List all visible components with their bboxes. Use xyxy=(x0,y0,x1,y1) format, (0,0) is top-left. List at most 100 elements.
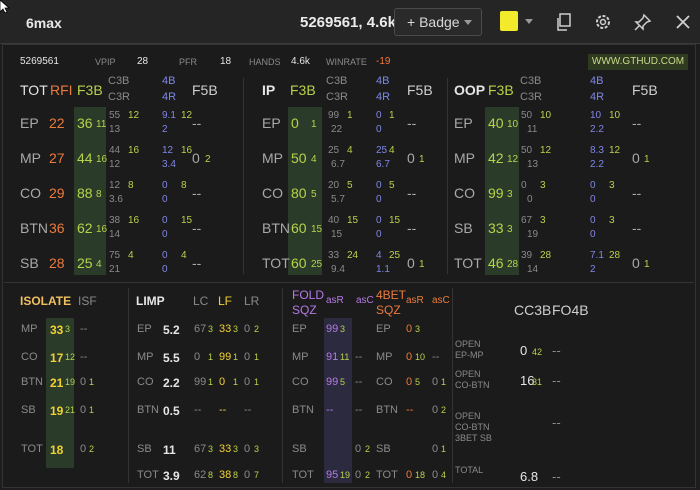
4b-value: 0 xyxy=(376,215,382,226)
col-header-asr: asR xyxy=(326,295,344,306)
4bet-sqz-asc-value: 0 xyxy=(432,376,439,388)
col-header-limp: LIMP xyxy=(136,294,165,308)
4bet-sqz-value: 0 xyxy=(406,323,413,335)
col-header-fold: FOLD xyxy=(292,288,325,302)
f5b-value: -- xyxy=(192,220,202,236)
divider xyxy=(4,282,694,283)
lc-value: -- xyxy=(194,404,202,416)
limp-value: 0.5 xyxy=(163,404,180,418)
col-header-c3r: C3R xyxy=(520,91,543,103)
site-link[interactable]: WWW.GTHUD.COM xyxy=(588,54,688,70)
c3r-value: 21 xyxy=(109,264,121,275)
f3b-sample: 11 xyxy=(96,119,107,130)
col-header-cc3b: CC3B xyxy=(514,302,552,318)
4bet-sqz-value: 0 xyxy=(406,469,413,481)
c3b-value: 50 xyxy=(521,145,533,156)
4b-value: 9.1 xyxy=(162,110,176,121)
lc-value: 99 xyxy=(194,376,207,388)
4bet-sqz-sample: 3 xyxy=(415,324,421,334)
f5b-value: -- xyxy=(192,185,202,201)
f3b-value: 60 xyxy=(291,220,307,236)
4b-value: 0 xyxy=(162,250,168,261)
hands-value: 4.6k xyxy=(291,56,310,67)
c3r-value: 22 xyxy=(331,124,343,135)
col-header-c3b: C3B xyxy=(520,75,542,87)
isf-value: -- xyxy=(80,323,88,335)
4b-value: 7.1 xyxy=(590,250,604,261)
isolate-value: 17 xyxy=(50,351,64,365)
4b-sample: 8 xyxy=(181,180,187,191)
col-header-fo4b: FO4B xyxy=(552,302,589,318)
col-header-4r: 4R xyxy=(162,91,177,103)
row-position: CO xyxy=(21,351,38,363)
c3b-value: 44 xyxy=(109,145,121,156)
c3r-value: 14 xyxy=(527,264,539,275)
isf-sample: 1 xyxy=(89,377,95,387)
c3r-value: 0 xyxy=(527,194,533,205)
row-position: BTN xyxy=(137,404,159,416)
row-position: EP xyxy=(376,323,391,335)
isolate-value: 33 xyxy=(50,323,64,337)
f3b-sample: 8 xyxy=(96,189,102,200)
isf-sample: 1 xyxy=(89,405,95,415)
c3b-value: 99 xyxy=(328,110,340,121)
4bet-sqz-sample: 5 xyxy=(415,377,421,387)
f5b-sample: 1 xyxy=(419,259,425,270)
color-swatch-button[interactable] xyxy=(500,11,518,31)
f3b-sample: 10 xyxy=(507,119,519,130)
row-label: OPEN xyxy=(455,369,481,379)
c3b-value: 39 xyxy=(521,250,533,261)
lf-sample: 3 xyxy=(233,444,239,454)
add-badge-button[interactable]: + Badge xyxy=(394,8,482,36)
copy-icon[interactable] xyxy=(554,12,574,32)
4b-sample: 25 xyxy=(389,250,401,261)
fold-sqz-sample: 5 xyxy=(340,377,346,387)
isf-value: 0 xyxy=(80,376,87,388)
isolate-value: 18 xyxy=(50,443,64,457)
chevron-down-icon[interactable] xyxy=(525,19,533,24)
4bet-sqz-sample: 18 xyxy=(415,470,426,480)
lc-sample: 1 xyxy=(208,352,214,362)
row-position: MP xyxy=(262,150,283,166)
row-position: CO xyxy=(454,185,475,201)
fo4b-value: -- xyxy=(552,469,561,484)
4b-sample: 3 xyxy=(609,215,615,226)
isf-value: -- xyxy=(80,351,88,363)
row-label: OPEN xyxy=(455,411,481,421)
isolate-sample: 12 xyxy=(65,352,76,362)
c3b-value: 38 xyxy=(109,215,121,226)
row-position: CO xyxy=(137,376,154,388)
4bet-sqz-asc-sample: 1 xyxy=(441,444,447,454)
pin-icon[interactable] xyxy=(633,12,653,32)
lc-value: 67 xyxy=(194,323,207,335)
fold-sqz-asc-value: 0 xyxy=(355,443,362,455)
lf-value: 33 xyxy=(219,443,232,455)
c3b-value: 55 xyxy=(109,110,121,121)
col-header-oop: OOP xyxy=(454,82,486,98)
rfi-value: 36 xyxy=(49,220,65,236)
c3b-value: 75 xyxy=(109,250,121,261)
lr-value: 0 xyxy=(244,469,251,481)
c3r-value: 12 xyxy=(109,159,121,170)
lf-value: 0 xyxy=(219,376,226,388)
4b-sample: 16 xyxy=(181,145,193,156)
isf-value: 0 xyxy=(80,443,87,455)
lf-sample: 3 xyxy=(233,324,239,334)
c3b-value: 20 xyxy=(328,180,340,191)
row-position: EP xyxy=(454,115,473,131)
c3r-value: 19 xyxy=(527,229,539,240)
c3b-sample: 16 xyxy=(128,215,140,226)
f5b-value: -- xyxy=(192,255,202,271)
lc-sample: 1 xyxy=(208,377,214,387)
fold-sqz-sample: 19 xyxy=(340,470,351,480)
f3b-sample: 1 xyxy=(311,119,317,130)
col-header-4b: 4B xyxy=(376,75,390,87)
f5b-value: -- xyxy=(632,185,642,201)
lr-sample: 7 xyxy=(254,470,260,480)
col-header-c3r: C3R xyxy=(326,91,349,103)
hands-label: HANDS xyxy=(249,57,281,67)
gear-icon[interactable] xyxy=(593,12,613,32)
4b-value: 10 xyxy=(590,110,602,121)
col-header-lr: LR xyxy=(244,294,260,308)
close-icon[interactable] xyxy=(673,12,693,32)
